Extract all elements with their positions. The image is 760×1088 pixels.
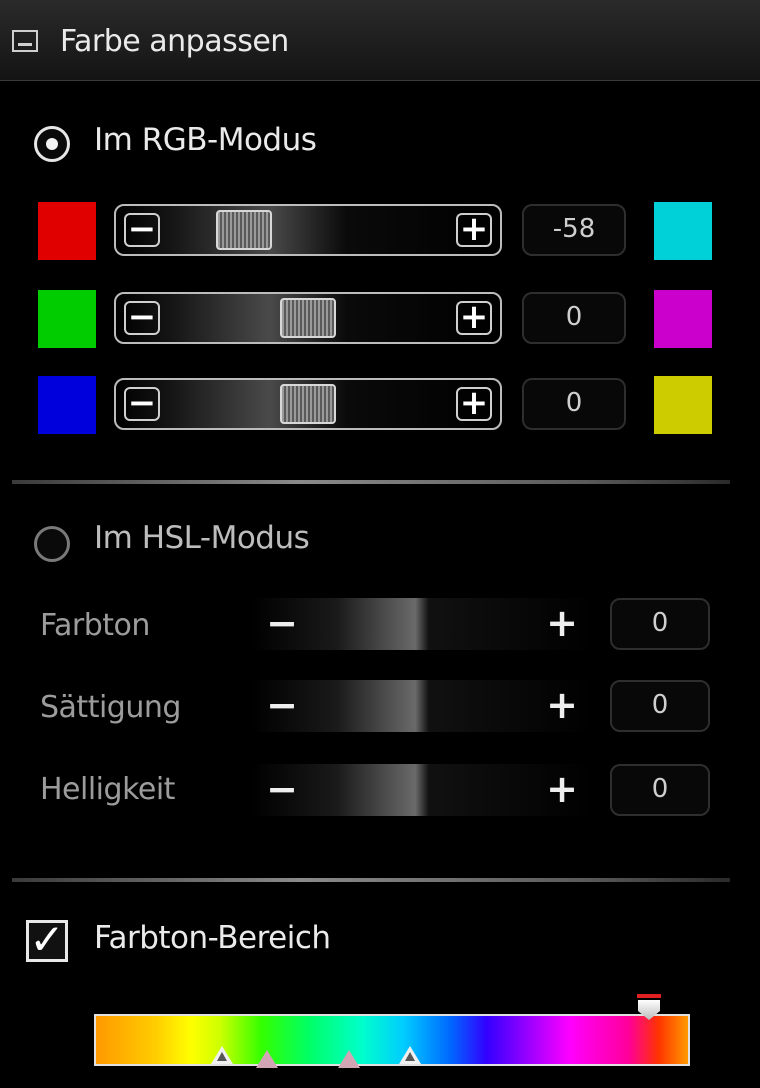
hue-slider: − + bbox=[252, 598, 592, 650]
decrease-button[interactable]: − bbox=[124, 386, 160, 421]
green-swatch bbox=[38, 290, 96, 348]
hsl-mode-radio[interactable] bbox=[34, 526, 70, 562]
increase-button: + bbox=[546, 601, 578, 645]
range-handle-right[interactable] bbox=[399, 1046, 421, 1064]
blue-value-field[interactable]: 0 bbox=[522, 378, 626, 430]
increase-button[interactable]: + bbox=[456, 212, 492, 247]
red-cyan-slider[interactable]: − + bbox=[114, 204, 502, 256]
lightness-slider: − + bbox=[252, 764, 592, 816]
hue-range-label[interactable]: Farbton-Bereich bbox=[94, 920, 331, 956]
slider-thumb[interactable] bbox=[280, 384, 336, 424]
range-handle-left[interactable] bbox=[211, 1046, 233, 1064]
rgb-mode-label[interactable]: Im RGB-Modus bbox=[94, 122, 317, 158]
decrease-button: − bbox=[266, 601, 298, 645]
increase-button: + bbox=[546, 767, 578, 811]
hue-range-bar[interactable] bbox=[94, 1014, 690, 1066]
magenta-swatch bbox=[654, 290, 712, 348]
hue-range-checkbox[interactable]: ✓ bbox=[26, 919, 68, 962]
increase-button: + bbox=[546, 683, 578, 727]
lightness-value-field: 0 bbox=[610, 764, 710, 816]
range-feather-left[interactable] bbox=[256, 1050, 278, 1068]
title-bar: Farbe anpassen bbox=[0, 0, 760, 81]
decrease-button[interactable]: − bbox=[124, 300, 160, 335]
red-value-field[interactable]: -58 bbox=[522, 204, 626, 256]
decrease-button[interactable]: − bbox=[124, 212, 160, 247]
lightness-label: Helligkeit bbox=[40, 772, 175, 807]
marker-line bbox=[637, 994, 661, 998]
marker-handle[interactable] bbox=[638, 1000, 660, 1020]
hsl-mode-label[interactable]: Im HSL-Modus bbox=[94, 520, 310, 556]
saturation-slider: − + bbox=[252, 680, 592, 732]
rgb-mode-radio[interactable] bbox=[34, 126, 70, 162]
hue-value-field: 0 bbox=[610, 598, 710, 650]
red-swatch bbox=[38, 202, 96, 260]
hue-range-marker[interactable] bbox=[637, 994, 661, 1020]
decrease-button: − bbox=[266, 767, 298, 811]
green-value-field[interactable]: 0 bbox=[522, 292, 626, 344]
panel-icon bbox=[12, 30, 38, 52]
hue-label: Farbton bbox=[40, 608, 150, 643]
section-divider bbox=[12, 480, 730, 484]
blue-yellow-slider[interactable]: − + bbox=[114, 378, 502, 430]
window-title: Farbe anpassen bbox=[60, 24, 289, 59]
slider-thumb[interactable] bbox=[216, 210, 272, 250]
increase-button[interactable]: + bbox=[456, 386, 492, 421]
saturation-label: Sättigung bbox=[40, 690, 181, 725]
increase-button[interactable]: + bbox=[456, 300, 492, 335]
saturation-value-field: 0 bbox=[610, 680, 710, 732]
range-feather-right[interactable] bbox=[338, 1050, 360, 1068]
decrease-button: − bbox=[266, 683, 298, 727]
green-magenta-slider[interactable]: − + bbox=[114, 292, 502, 344]
yellow-swatch bbox=[654, 376, 712, 434]
slider-thumb[interactable] bbox=[280, 298, 336, 338]
cyan-swatch bbox=[654, 202, 712, 260]
blue-swatch bbox=[38, 376, 96, 434]
section-divider bbox=[12, 878, 730, 882]
